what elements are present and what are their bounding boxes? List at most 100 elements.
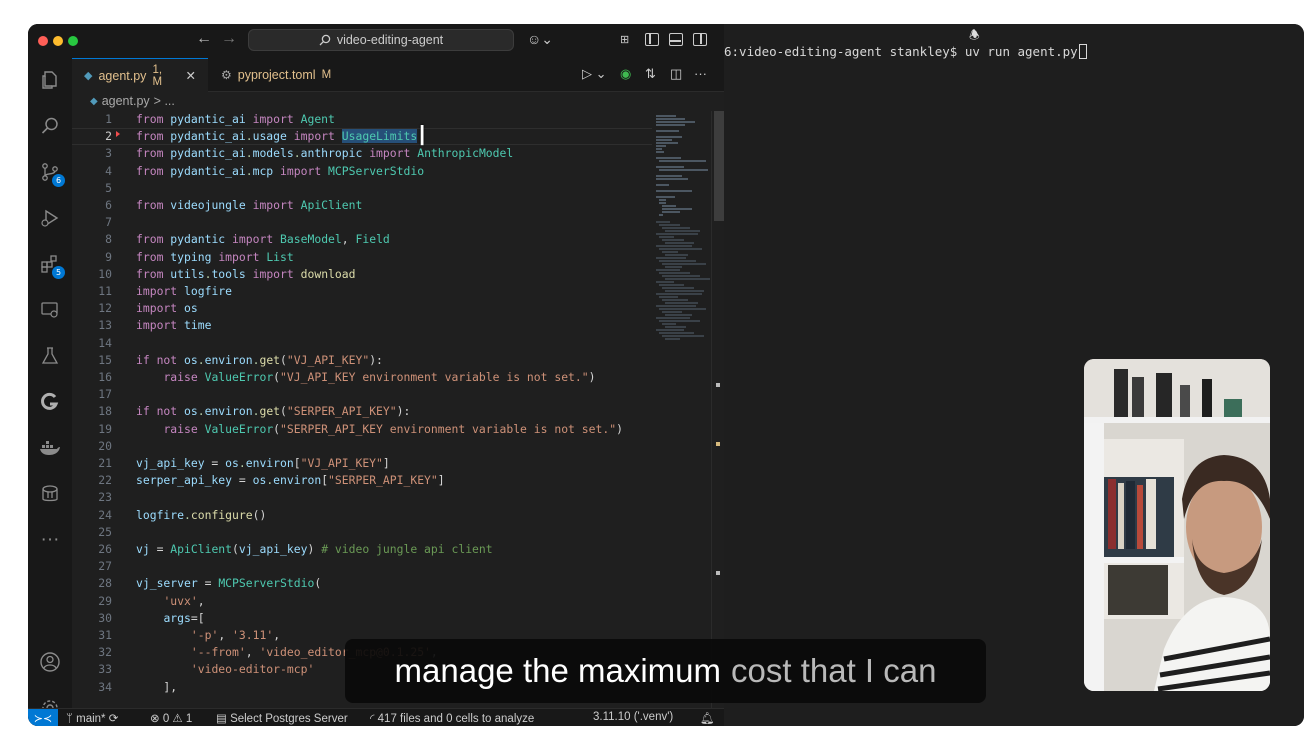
testing-icon[interactable]: [38, 344, 62, 368]
database-icon[interactable]: [38, 482, 62, 506]
analysis-label: 417 files and 0 cells to analyze: [377, 713, 535, 725]
branch-status[interactable]: ᛘ main* ⟳: [66, 711, 118, 725]
minimap-line: [661, 211, 680, 213]
toggle-secondary-sidebar-icon[interactable]: [693, 33, 707, 46]
code-editor[interactable]: 1 from pydantic_ai import Agent 2 from pyda…: [72, 111, 652, 708]
code-text: from pydantic_ai.models.anthropic import…: [136, 146, 514, 161]
tab-pyproject-toml[interactable]: ⚙ pyproject.toml M: [209, 58, 357, 92]
problems-status[interactable]: ⊗ 0 ⚠ 1: [150, 711, 192, 725]
remote-explorer-icon[interactable]: [38, 298, 62, 322]
minimap-line: [662, 239, 684, 241]
minimap[interactable]: [652, 111, 710, 708]
toggle-primary-sidebar-icon[interactable]: [645, 33, 659, 46]
line-number: 12: [98, 301, 112, 316]
code-text: raise ValueError("SERPER_API_KEY environ…: [163, 421, 623, 436]
line-number: 11: [98, 284, 112, 298]
forward-arrow-icon[interactable]: →: [221, 30, 237, 48]
code-line: 14: [72, 335, 652, 352]
scroll-marker: [716, 571, 720, 575]
minimap-line: [656, 145, 666, 147]
close-window-button[interactable]: [38, 36, 48, 46]
code-line: 19 raise ValueError("SERPER_API_KEY envi…: [72, 421, 652, 438]
minimap-line: [658, 214, 663, 216]
close-tab-icon[interactable]: ✕: [186, 68, 196, 83]
vscode-window: ← → video-editing-agent ☺⌄ ⊞ 6 5 ··· ◆ a…: [28, 24, 724, 726]
scrollbar-thumb[interactable]: [714, 111, 724, 221]
tab-status: 1, M: [152, 63, 163, 88]
postgres-status[interactable]: ▤ Select Postgres Server: [216, 711, 348, 725]
more-icon[interactable]: ···: [38, 528, 62, 552]
line-number: 6: [105, 198, 112, 212]
editor-scrollbar[interactable]: [711, 111, 724, 708]
line-number: 9: [105, 249, 112, 264]
minimap-line: [665, 290, 704, 292]
minimap-line: [659, 272, 690, 274]
line-number: 32: [98, 645, 112, 660]
minimap-line: [656, 178, 688, 180]
docker-icon[interactable]: [38, 436, 62, 460]
source-control-icon[interactable]: 6: [38, 160, 65, 187]
back-arrow-icon[interactable]: ←: [196, 30, 212, 48]
copilot-icon[interactable]: ☺⌄: [527, 31, 553, 48]
code-line: 16 raise ValueError("VJ_API_KEY environm…: [72, 369, 652, 386]
command-center-search[interactable]: video-editing-agent: [248, 29, 514, 51]
toggle-panel-icon[interactable]: [669, 33, 683, 46]
minimap-line: [656, 245, 692, 247]
extensions-icon[interactable]: 5: [38, 252, 65, 279]
minimize-window-button[interactable]: [53, 36, 63, 46]
account-icon[interactable]: [38, 650, 62, 674]
line-number: 18: [98, 404, 112, 419]
line-number: 26: [98, 542, 112, 556]
branch-name: main*: [76, 713, 106, 725]
line-number: 19: [98, 421, 112, 436]
tab-agent-py[interactable]: ◆ agent.py 1, M ✕: [72, 58, 208, 92]
notifications-icon[interactable]: 🔔︎: [700, 711, 715, 725]
code-text: logfire.configure(): [136, 507, 267, 522]
line-number: 17: [98, 387, 112, 402]
line-number: 31: [98, 628, 112, 642]
run-debug-icon[interactable]: [38, 206, 62, 230]
open-changes-icon[interactable]: ⇅: [645, 66, 656, 82]
minimap-line: [662, 287, 694, 289]
line-number: 7: [105, 215, 112, 230]
breadcrumb-file[interactable]: agent.py: [102, 94, 150, 108]
code-line: 26 vj = ApiClient(vj_api_key) # video jun…: [72, 541, 652, 558]
code-line: 8 from pydantic import BaseModel, Field: [72, 231, 652, 248]
minimap-line: [656, 136, 682, 138]
minimap-line: [656, 139, 673, 141]
explorer-icon[interactable]: [38, 68, 62, 92]
remote-indicator-icon[interactable]: ≻≺: [28, 709, 58, 726]
minimap-line: [665, 242, 694, 244]
tab-status: M: [321, 69, 332, 81]
more-actions-icon[interactable]: ···: [694, 66, 707, 81]
minimap-line: [662, 299, 688, 301]
code-text: serper_api_key = os.environ["SERPER_API_…: [136, 473, 445, 488]
code-line: 28 vj_server = MCPServerStdio(: [72, 575, 652, 592]
maximize-window-button[interactable]: [68, 36, 78, 46]
line-number: 29: [98, 593, 112, 608]
run-python-icon[interactable]: ▷ ⌄: [582, 66, 607, 82]
code-line: 12 import os: [72, 300, 652, 317]
analysis-status[interactable]: ◜ 417 files and 0 cells to analyze: [370, 711, 534, 725]
webcam-overlay: [1084, 359, 1270, 691]
caption-spoken-text: manage the maximum: [394, 652, 722, 689]
minimap-line: [661, 208, 693, 210]
minimap-line: [656, 305, 696, 307]
minimap-line: [665, 338, 680, 340]
code-line: 25: [72, 524, 652, 541]
minimap-line: [665, 278, 710, 280]
gitlens-icon[interactable]: [38, 390, 62, 414]
line-number: 15: [98, 352, 112, 367]
customize-layout-icon[interactable]: ⊞: [620, 33, 629, 46]
command-center-label: video-editing-agent: [336, 33, 444, 47]
code-line: 29 'uvx',: [72, 593, 652, 610]
record-icon[interactable]: ◉: [620, 66, 631, 82]
python-env-status[interactable]: 3.11.10 ('.venv'): [593, 711, 673, 723]
line-number: 5: [105, 180, 112, 195]
breadcrumb-rest[interactable]: > ...: [154, 94, 175, 108]
minimap-line: [659, 308, 706, 310]
search-icon[interactable]: [38, 114, 62, 138]
split-editor-icon[interactable]: ◫: [670, 66, 682, 82]
status-bar: ≻≺ ᛘ main* ⟳ ⊗ 0 ⚠ 1 ▤ Select Postgres S…: [28, 708, 724, 726]
code-text: from pydantic import BaseModel, Field: [136, 232, 390, 247]
